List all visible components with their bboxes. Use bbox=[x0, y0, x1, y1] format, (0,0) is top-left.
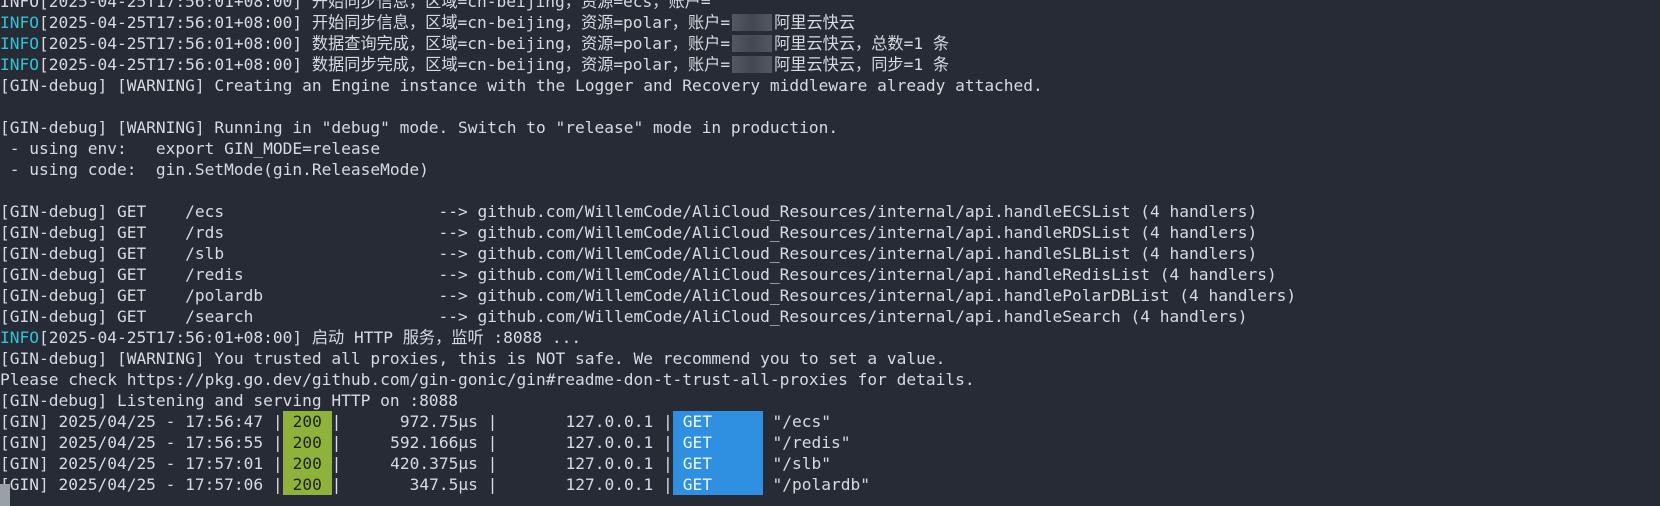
request-path: "/polardb" bbox=[762, 475, 870, 494]
log-line-query-done: INFO[2025-04-25T17:56:01+08:00] 数据查询完成，区… bbox=[0, 33, 1660, 54]
log-line-using-env: - using env: export GIN_MODE=release bbox=[0, 139, 381, 158]
request-mid: | 347.5µs | 127.0.0.1 | bbox=[331, 475, 673, 494]
request-mid: | 592.166µs | 127.0.0.1 | bbox=[331, 433, 673, 452]
request-log-row: [GIN] 2025/04/25 - 17:57:01 | 200 | 420.37… bbox=[0, 453, 1660, 474]
route-line: [GIN-debug] GET /search --> github.com/W… bbox=[0, 307, 1248, 326]
info-level: INFO bbox=[0, 13, 39, 32]
terminal-output: INFO[2025-04-25T17:56:01+08:00] 开始同步信息，区… bbox=[0, 0, 1660, 495]
log-text-tail: 阿里云快云，总数=1 条 bbox=[774, 34, 950, 53]
redacted-account bbox=[732, 14, 773, 31]
log-text: [2025-04-25T17:56:01+08:00] 数据同步完成，区域=cn… bbox=[38, 55, 731, 74]
route-line: [GIN-debug] GET /rds --> github.com/Will… bbox=[0, 223, 1258, 242]
request-path: "/ecs" bbox=[762, 412, 831, 431]
log-line-sync-done: INFO[2025-04-25T17:56:01+08:00] 数据同步完成，区… bbox=[0, 54, 1660, 75]
log-text: [2025-04-25T17:56:01+08:00] 数据查询完成，区域=cn… bbox=[38, 34, 731, 53]
log-line-sync-start: INFO[2025-04-25T17:56:01+08:00] 开始同步信息，区… bbox=[0, 12, 1660, 33]
log-line-warn-engine: [GIN-debug] [WARNING] Creating an Engine… bbox=[0, 76, 1043, 95]
method-badge: GET bbox=[672, 411, 763, 432]
request-mid: | 420.375µs | 127.0.0.1 | bbox=[331, 454, 673, 473]
request-log-row: [GIN] 2025/04/25 - 17:56:55 | 200 | 592.16… bbox=[0, 432, 1660, 453]
terminal-cursor bbox=[0, 484, 10, 506]
log-line-using-code: - using code: gin.SetMode(gin.ReleaseMod… bbox=[0, 160, 429, 179]
log-line-warn-proxies: [GIN-debug] [WARNING] You trusted all pr… bbox=[0, 349, 946, 368]
request-path: "/redis" bbox=[762, 433, 851, 452]
method-badge: GET bbox=[672, 474, 763, 495]
log-line-partial: INFO[2025-04-25T17:56:01+08:00] 开始同步信息，区… bbox=[0, 0, 1660, 12]
log-text: [2025-04-25T17:56:01+08:00] 开始同步信息，区域=cn… bbox=[38, 13, 731, 32]
redacted-account bbox=[732, 56, 773, 73]
log-line-proxies-link: Please check https://pkg.go.dev/github.c… bbox=[0, 370, 975, 389]
request-prefix: [GIN] 2025/04/25 - 17:57:01 | bbox=[0, 454, 283, 473]
request-prefix: [GIN] 2025/04/25 - 17:57:06 | bbox=[0, 475, 283, 494]
route-line: [GIN-debug] GET /ecs --> github.com/Will… bbox=[0, 202, 1258, 221]
info-level: INFO bbox=[0, 55, 39, 74]
status-code-badge: 200 bbox=[282, 432, 332, 453]
route-line: [GIN-debug] GET /redis --> github.com/Wi… bbox=[0, 265, 1277, 284]
log-line-listening: [GIN-debug] Listening and serving HTTP o… bbox=[0, 391, 459, 410]
log-text-tail: 阿里云快云 bbox=[774, 13, 856, 32]
status-code-badge: 200 bbox=[282, 453, 332, 474]
info-level: INFO bbox=[0, 328, 39, 347]
request-log-row: [GIN] 2025/04/25 - 17:56:47 | 200 | 972.75… bbox=[0, 411, 1660, 432]
status-code-badge: 200 bbox=[282, 411, 332, 432]
request-prefix: [GIN] 2025/04/25 - 17:56:47 | bbox=[0, 412, 283, 431]
method-badge: GET bbox=[672, 453, 763, 474]
info-level: INFO bbox=[0, 34, 39, 53]
method-badge: GET bbox=[672, 432, 763, 453]
request-log-row: [GIN] 2025/04/25 - 17:57:06 | 200 | 347.5µ… bbox=[0, 474, 1660, 495]
log-line-http-start: INFO[2025-04-25T17:56:01+08:00] 启动 HTTP … bbox=[0, 327, 1660, 348]
redacted-account bbox=[732, 35, 773, 52]
route-line: [GIN-debug] GET /slb --> github.com/Will… bbox=[0, 244, 1258, 263]
log-text-tail: 阿里云快云，同步=1 条 bbox=[774, 55, 950, 74]
partial-text: INFO[2025-04-25T17:56:01+08:00] 开始同步信息，区… bbox=[0, 0, 711, 11]
request-mid: | 972.75µs | 127.0.0.1 | bbox=[331, 412, 673, 431]
log-line-warn-debug: [GIN-debug] [WARNING] Running in "debug"… bbox=[0, 118, 839, 137]
request-prefix: [GIN] 2025/04/25 - 17:56:55 | bbox=[0, 433, 283, 452]
route-line: [GIN-debug] GET /polardb --> github.com/… bbox=[0, 286, 1297, 305]
status-code-badge: 200 bbox=[282, 474, 332, 495]
terminal-window[interactable]: INFO[2025-04-25T17:56:01+08:00] 开始同步信息，区… bbox=[0, 0, 1660, 506]
request-path: "/slb" bbox=[762, 454, 831, 473]
log-text: [2025-04-25T17:56:01+08:00] 启动 HTTP 服务，监… bbox=[38, 328, 582, 347]
